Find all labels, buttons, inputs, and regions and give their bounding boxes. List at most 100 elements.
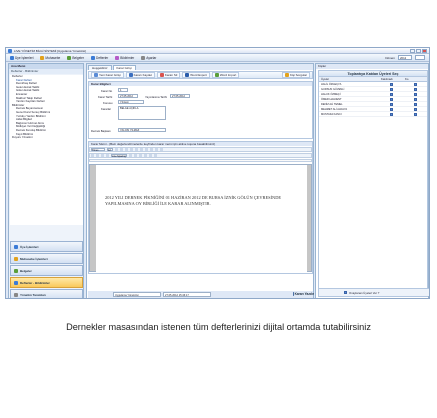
vote-checkbox[interactable] — [413, 87, 417, 91]
word-icon — [185, 73, 190, 77]
sidebar-subtitle: Defterler - Bildirimler — [9, 69, 83, 74]
menu-item-defterler[interactable]: Defterler — [91, 55, 108, 60]
col-attended[interactable]: Katılmadı — [379, 77, 403, 81]
word-import-button[interactable]: Word Import — [211, 72, 240, 78]
subject-field[interactable]: Yöntem — [118, 100, 144, 104]
vote-checkbox[interactable] — [413, 82, 417, 86]
word-export-button[interactable]: Word Export — [182, 72, 210, 78]
line-spacing-select[interactable]: Line Spacing — [111, 154, 127, 158]
redo-icon[interactable] — [149, 154, 152, 157]
highlight-icon[interactable] — [140, 148, 143, 151]
menu-item-bildirimler[interactable]: Bildirimler — [115, 55, 134, 60]
attended-checkbox[interactable] — [389, 92, 393, 96]
main-panel: Hoşgeldiniz Karar Girişi Yeni Karar Giri… — [86, 63, 314, 298]
coins-icon — [40, 55, 45, 60]
col-members[interactable]: Üyeler — [319, 77, 379, 81]
maximize-button[interactable] — [416, 49, 421, 53]
period-select[interactable]: 2012 — [398, 55, 412, 60]
users-icon — [10, 55, 14, 60]
tree-node-duyuru[interactable]: Duyuru Yönetimi — [10, 135, 83, 140]
outdent-icon[interactable] — [160, 148, 163, 151]
table-row[interactable]: MUSTAFA KANCI — [319, 112, 427, 117]
attended-checkbox[interactable] — [389, 82, 393, 86]
attended-checkbox[interactable] — [389, 97, 393, 101]
decisions-field[interactable]: BELGE AÇIKLA — [118, 106, 166, 120]
attended-checkbox[interactable] — [389, 87, 393, 91]
bold-icon[interactable] — [115, 148, 118, 151]
save-decision-button[interactable]: Kararı Kaydet — [125, 72, 155, 78]
close-button[interactable] — [422, 49, 427, 53]
vote-checkbox[interactable] — [413, 102, 417, 106]
search-icon — [284, 73, 289, 77]
vote-checkbox[interactable] — [413, 92, 417, 96]
underline-icon[interactable] — [125, 148, 128, 151]
bullets-icon[interactable] — [145, 148, 148, 151]
align-right-icon[interactable] — [101, 154, 104, 157]
print-icon[interactable] — [154, 154, 157, 157]
delete-decision-button[interactable]: Kararı Sil — [156, 72, 181, 78]
justify-icon[interactable] — [106, 154, 109, 157]
font-size-select[interactable]: 12 — [107, 148, 113, 152]
numbering-icon[interactable] — [150, 148, 153, 151]
col-karar[interactable]: Ko — [403, 77, 427, 81]
decision-info-group: Karar Bilgileri Karar No 1 Karar Tarihi … — [88, 81, 313, 139]
caption: Dernekler masasından istenen tüm defterl… — [66, 322, 371, 332]
align-left-icon[interactable] — [91, 154, 94, 157]
nav-button-defterler[interactable]: Defterler - Bildirimler — [10, 277, 83, 288]
document-page[interactable]: 2012 YILI DERNEK PİKNİĞİNİ 01 HAZİRAN 20… — [96, 165, 307, 273]
minimize-button[interactable] — [410, 49, 415, 53]
attended-checkbox[interactable] — [389, 107, 393, 111]
publish-date-field[interactable]: 27.05.2012 — [170, 94, 190, 98]
ruler — [89, 159, 312, 162]
menu-item-uye-islemleri[interactable]: Üye İşlemleri — [10, 55, 33, 60]
menu-item-belgeler[interactable]: Belgeler — [67, 55, 84, 60]
document-editor[interactable]: 2012 YILI DERNEK PİKNİĞİNİ 01 HAZİRAN 20… — [89, 164, 312, 273]
vote-checkbox[interactable] — [413, 107, 417, 111]
italic-icon[interactable] — [120, 148, 123, 151]
nav-button-uye-islemleri[interactable]: Üye İşlemleri — [10, 241, 83, 252]
users-icon — [14, 244, 18, 249]
strike-icon[interactable] — [130, 148, 133, 151]
menu-bar: Üye İşlemleri Muhasebe Belgeler Defterle… — [6, 54, 429, 62]
image-icon[interactable] — [134, 154, 137, 157]
tab-karar-girisi[interactable]: Karar Girişi — [112, 65, 136, 70]
subject-label: Konusu — [103, 101, 113, 105]
tab-hosgeldiniz[interactable]: Hoşgeldiniz — [88, 65, 112, 70]
decision-date-field[interactable]: 27.05.2012 — [118, 94, 138, 98]
vote-checkbox[interactable] — [413, 97, 417, 101]
menu-item-ayarlar[interactable]: Ayarlar — [141, 55, 156, 60]
bell-icon — [115, 55, 120, 60]
members-footer-label: Onaylanan Üyeleri Ver ? — [349, 290, 380, 295]
sidebar: Ana Menü Defterler - Bildirimler Defterl… — [8, 63, 84, 298]
status-user: Uygulama Yöneticisi — [113, 292, 161, 297]
undo-icon[interactable] — [144, 154, 147, 157]
nav-button-muhasebe[interactable]: Muhasebe İşlemleri — [10, 253, 83, 264]
font-color-icon[interactable] — [135, 148, 138, 151]
save-icon — [128, 73, 133, 77]
attended-checkbox[interactable] — [389, 102, 393, 106]
president-field[interactable]: YALÇIN YILMAZ — [118, 128, 166, 132]
new-decision-button[interactable]: Yeni Karar Girişi — [91, 72, 124, 78]
vote-checkbox[interactable] — [413, 112, 417, 116]
menu-item-muhasebe[interactable]: Muhasebe — [40, 55, 60, 60]
members-footer: Onaylanan Üyeleri Ver ? — [319, 288, 429, 296]
confirm-checkbox[interactable] — [344, 291, 347, 294]
decision-no-label: Karar No — [101, 89, 113, 93]
person-query-button[interactable]: Kişi Sorgular — [281, 72, 310, 78]
period-extra-select[interactable] — [415, 55, 425, 60]
font-select[interactable]: Times — [91, 148, 105, 152]
link-icon[interactable] — [139, 154, 142, 157]
nav-button-belgeler[interactable]: Belgeler — [10, 265, 83, 276]
sidebar-tree: Defterler Karar Defteri Demirbaş Defteri… — [10, 75, 83, 225]
align-center-icon[interactable] — [96, 154, 99, 157]
nav-button-yonetim[interactable]: Yönetim Tanımları — [10, 289, 83, 298]
print-decision-button[interactable]: Kararı Yazdır — [293, 290, 314, 298]
members-panel: Kişiler Toplantıya Katılan Üyeleri Seç Ü… — [315, 63, 429, 298]
status-bar: Uygulama Yöneticisi 27.05.2012 15:46:17 — [88, 291, 313, 298]
table-icon[interactable] — [129, 154, 132, 157]
president-label: Dernek Başkanı — [91, 129, 111, 133]
indent-icon[interactable] — [155, 148, 158, 151]
attended-checkbox[interactable] — [389, 112, 393, 116]
toolbar: Yeni Karar Girişi Kararı Kaydet Kararı S… — [88, 71, 313, 79]
decision-no-field[interactable]: 1 — [118, 88, 128, 92]
